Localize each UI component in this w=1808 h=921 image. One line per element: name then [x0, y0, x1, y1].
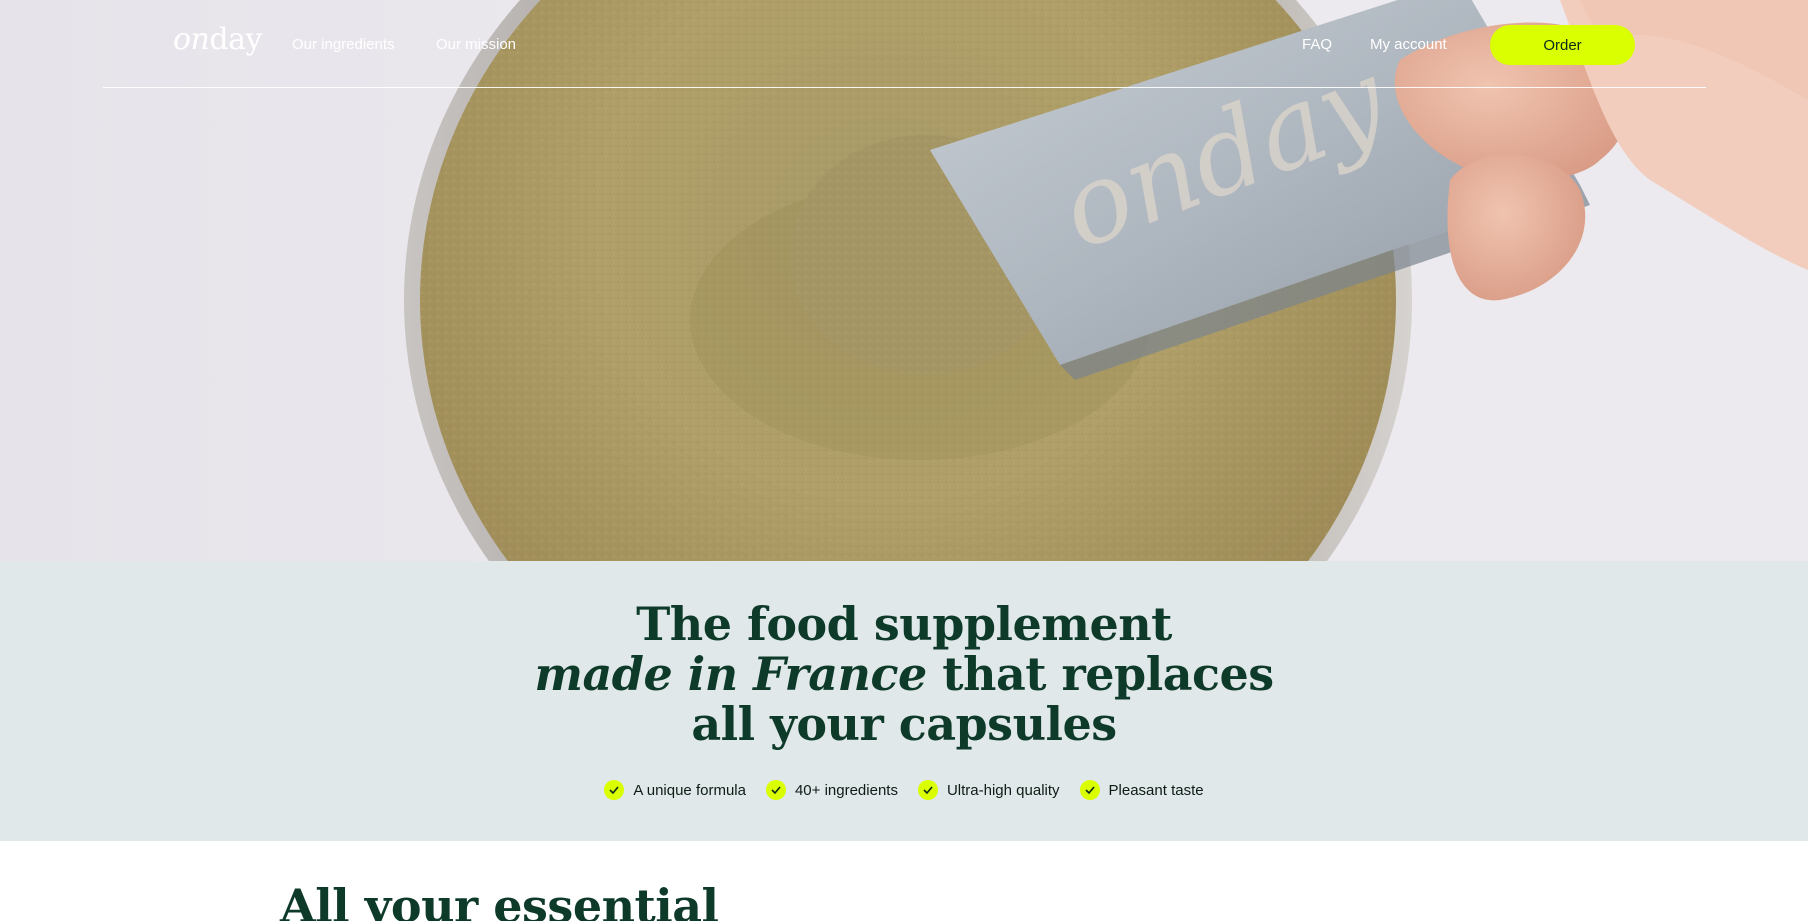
nav-link-faq[interactable]: FAQ	[1302, 36, 1332, 53]
essentials-section: All your essential	[0, 841, 1808, 921]
nav-link-our-ingredients[interactable]: Our ingredients	[292, 36, 395, 53]
section-title: All your essential	[280, 879, 719, 921]
feature-label: Ultra-high quality	[946, 781, 1060, 799]
feature-item: A unique formula	[604, 780, 746, 800]
headline-line-3: all your capsules	[691, 697, 1117, 751]
headline-line-2: made in France that replaces	[0, 649, 1808, 699]
feature-label: 40+ ingredients	[794, 781, 898, 799]
order-button[interactable]: Order	[1490, 25, 1635, 65]
check-icon	[1079, 780, 1100, 800]
check-icon	[604, 780, 625, 800]
hero-headline: The food supplement made in France that …	[0, 599, 1808, 749]
check-icon	[765, 780, 786, 800]
onday-logo[interactable]: onday	[173, 22, 262, 57]
nav-link-our-mission[interactable]: Our mission	[436, 36, 516, 53]
check-icon	[917, 780, 938, 800]
feature-item: 40+ ingredients	[765, 780, 898, 800]
feature-item: Pleasant taste	[1079, 780, 1204, 800]
headline-line-2-rest: that replaces	[926, 647, 1274, 701]
feature-label: A unique formula	[633, 781, 746, 799]
value-proposition-band: The food supplement made in France that …	[0, 561, 1808, 841]
headline-emphasis: made in France	[534, 647, 927, 701]
feature-item: Ultra-high quality	[917, 780, 1060, 800]
feature-list: A unique formula 40+ ingredients Ultra-h…	[0, 780, 1808, 800]
top-navigation: onday Our ingredients Our mission FAQ My…	[103, 0, 1706, 88]
nav-link-my-account[interactable]: My account	[1370, 36, 1447, 53]
feature-label: Pleasant taste	[1108, 781, 1204, 799]
hero-section: onday onday Our ingredients Our mission …	[0, 0, 1808, 561]
headline-line-1: The food supplement	[636, 597, 1172, 651]
